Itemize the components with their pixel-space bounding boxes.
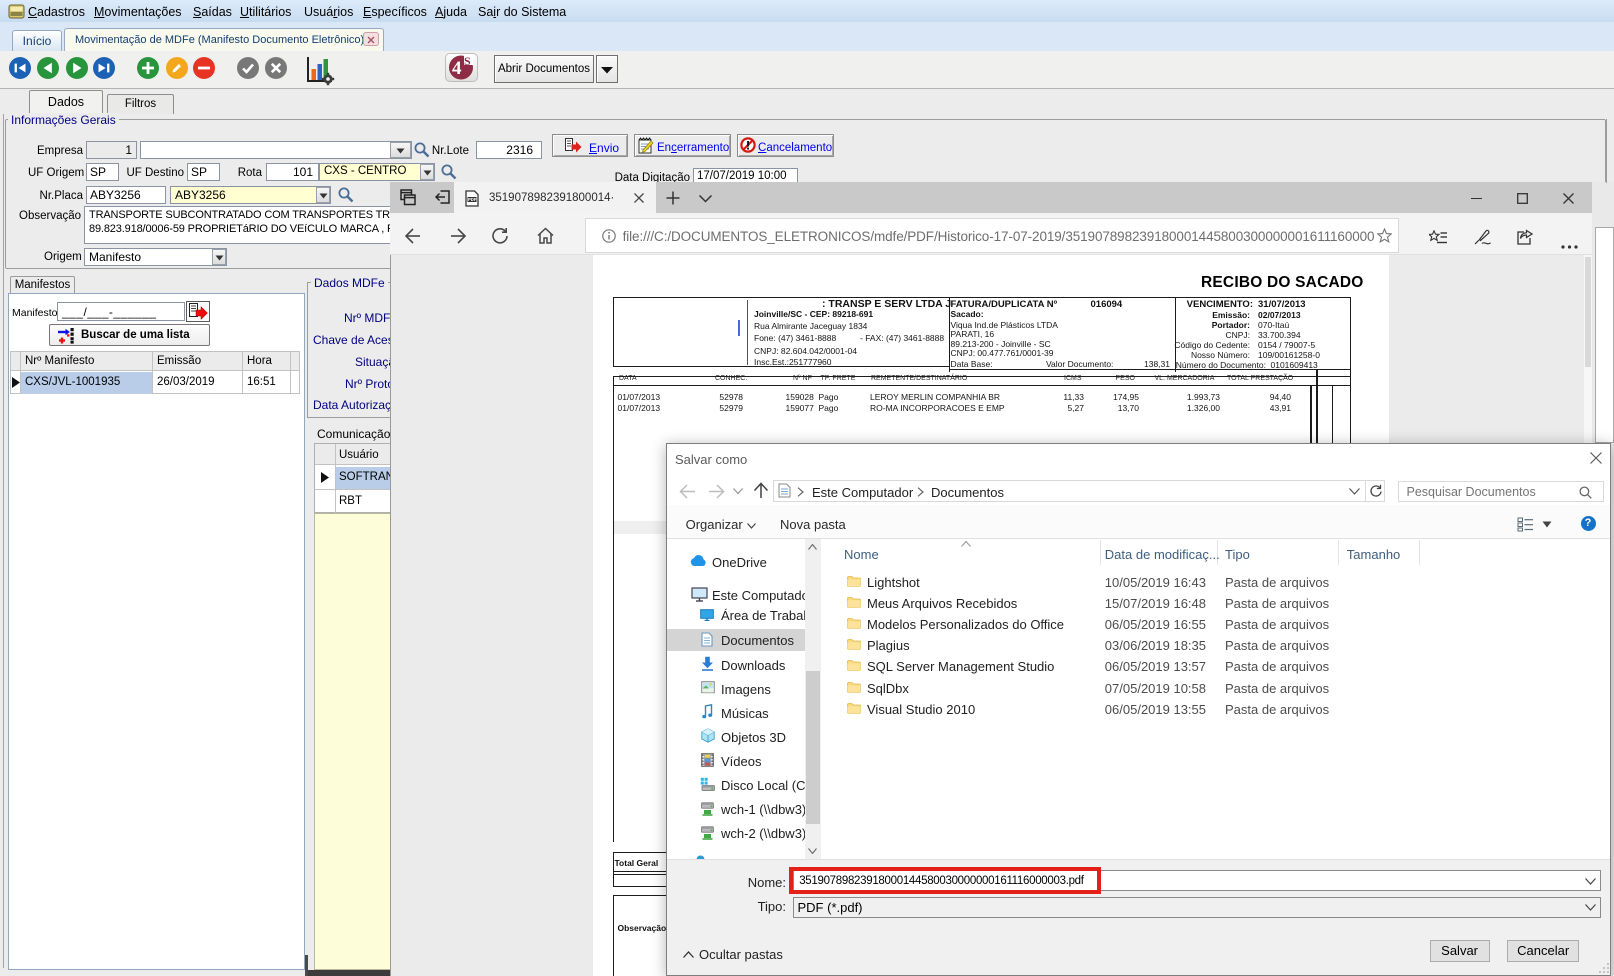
svg-text:S: S [464, 54, 471, 68]
svg-text:4: 4 [452, 58, 462, 79]
svg-text:PDF: PDF [468, 197, 477, 202]
